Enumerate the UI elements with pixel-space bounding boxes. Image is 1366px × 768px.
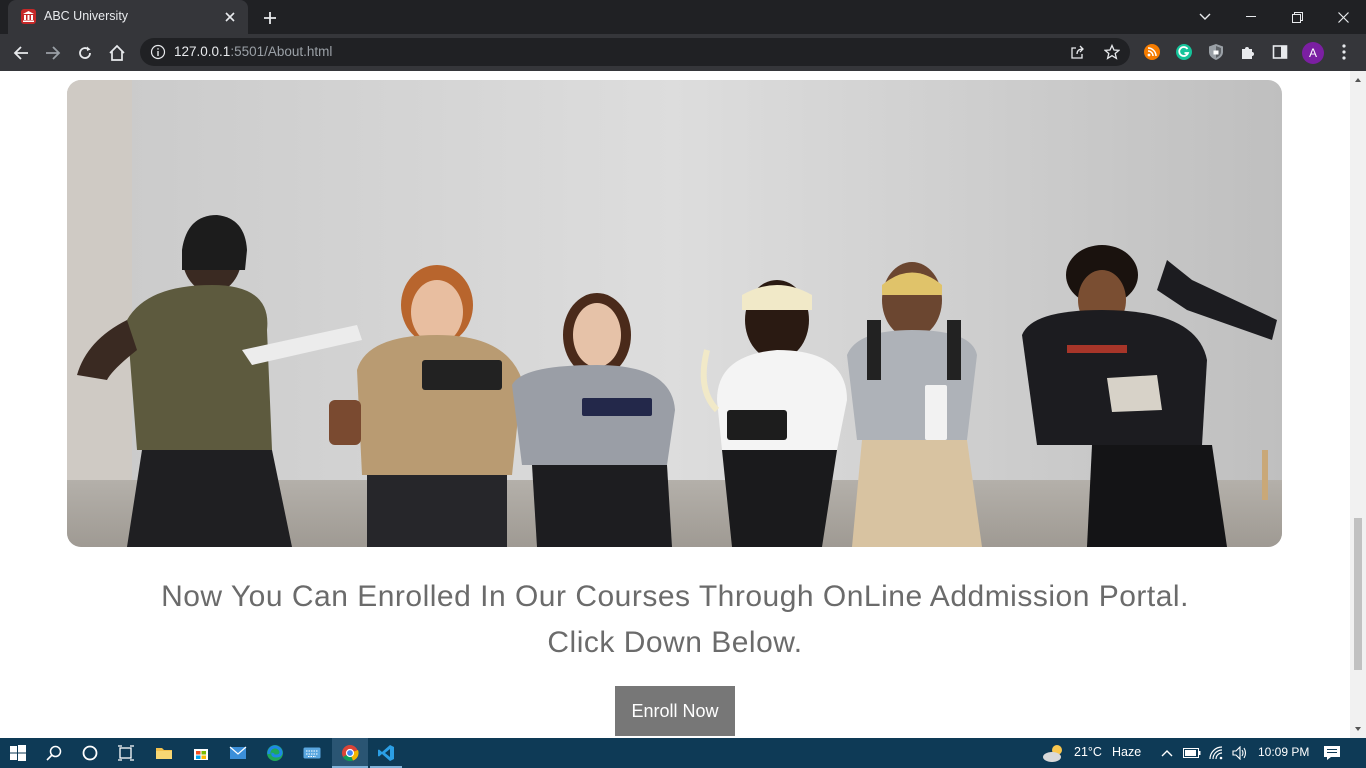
- volume-button[interactable]: [1228, 741, 1252, 765]
- tab-title: ABC University: [44, 9, 129, 23]
- extensions-button[interactable]: [1238, 42, 1258, 62]
- chrome-icon: [342, 745, 359, 762]
- url-path: :5501/About.html: [230, 44, 333, 59]
- headline-line-2: Click Down Below.: [547, 626, 803, 659]
- tab-search-button[interactable]: [1182, 0, 1228, 34]
- edge-icon: [267, 745, 283, 761]
- cortana-icon: [82, 745, 98, 761]
- battery-icon: [1183, 748, 1201, 758]
- side-panel-button[interactable]: [1270, 42, 1290, 62]
- home-button[interactable]: [102, 38, 132, 68]
- edge-button[interactable]: [263, 741, 287, 765]
- shield-extension-icon: [1209, 44, 1223, 60]
- close-icon: [225, 12, 235, 22]
- kebab-menu-icon: [1342, 44, 1346, 60]
- restore-button[interactable]: [1274, 0, 1320, 34]
- info-icon[interactable]: [150, 44, 166, 60]
- cortana-button[interactable]: [78, 741, 102, 765]
- browser-menu-button[interactable]: [1334, 42, 1354, 62]
- vscode-icon: [378, 745, 394, 761]
- show-hidden-icons-button[interactable]: [1155, 741, 1179, 765]
- reload-icon: [79, 46, 91, 59]
- sidebar-icon: [1272, 45, 1288, 59]
- enroll-now-button[interactable]: Enroll Now: [615, 686, 735, 736]
- browser-toolbar: 127.0.0.1:5501/About.html A: [0, 34, 1366, 71]
- minimize-button[interactable]: [1228, 0, 1274, 34]
- close-icon: [1337, 11, 1349, 23]
- page-viewport: Now You Can Enrolled In Our Courses Thro…: [0, 71, 1350, 738]
- share-icon[interactable]: [1070, 44, 1086, 60]
- forward-button[interactable]: [38, 38, 68, 68]
- mail-icon: [229, 746, 247, 759]
- profile-avatar[interactable]: A: [1302, 42, 1324, 64]
- scrollbar-thumb[interactable]: [1354, 518, 1362, 670]
- clock-time[interactable]: 10:09 PM: [1258, 745, 1309, 759]
- store-button[interactable]: [189, 741, 213, 765]
- weather-button[interactable]: [1042, 741, 1066, 765]
- minimize-icon: [1246, 16, 1256, 17]
- shield-extension-button[interactable]: [1206, 42, 1226, 62]
- chevron-down-icon: [1199, 13, 1211, 20]
- home-icon: [109, 44, 125, 61]
- forward-icon: [46, 46, 61, 60]
- file-explorer-button[interactable]: [152, 741, 176, 765]
- mail-button[interactable]: [226, 741, 250, 765]
- puzzle-icon: [1242, 47, 1254, 59]
- back-button[interactable]: [6, 38, 36, 68]
- file-explorer-icon: [156, 748, 172, 759]
- search-button[interactable]: [42, 741, 66, 765]
- restore-icon: [1291, 11, 1303, 23]
- wifi-icon: [1209, 746, 1223, 760]
- rss-extension-icon: [1144, 44, 1160, 60]
- store-icon: [194, 749, 208, 760]
- browser-tabstrip: ABC University: [0, 0, 1366, 34]
- weather-description[interactable]: Haze: [1112, 745, 1141, 759]
- tab-close-button[interactable]: [220, 7, 240, 27]
- scroll-up-icon[interactable]: [1354, 76, 1362, 84]
- page-scrollbar[interactable]: [1350, 71, 1366, 738]
- weather-temperature[interactable]: 21°C: [1074, 745, 1102, 759]
- network-button[interactable]: [1205, 741, 1229, 765]
- start-button[interactable]: [6, 741, 30, 765]
- star-icon[interactable]: [1104, 44, 1120, 60]
- university-favicon-icon: [21, 9, 36, 24]
- windows-taskbar: 21°C Haze 10:09 PM: [0, 738, 1366, 768]
- vscode-button[interactable]: [374, 741, 398, 765]
- windows-start-icon: [10, 745, 26, 761]
- plus-icon: [264, 12, 276, 24]
- window-close-button[interactable]: [1320, 0, 1366, 34]
- task-view-icon: [118, 745, 134, 761]
- task-view-button[interactable]: [114, 741, 138, 765]
- chevron-up-icon: [1161, 750, 1173, 757]
- back-icon: [13, 46, 28, 60]
- reload-button[interactable]: [70, 38, 100, 68]
- notification-icon: [1324, 746, 1340, 760]
- grammarly-icon: [1176, 44, 1192, 60]
- battery-button[interactable]: [1180, 741, 1204, 765]
- students-photo: [67, 80, 1282, 547]
- new-tab-button[interactable]: [258, 6, 282, 30]
- headline-line-1: Now You Can Enrolled In Our Courses Thro…: [161, 580, 1189, 613]
- enrollment-headline: Now You Can Enrolled In Our Courses Thro…: [0, 574, 1350, 666]
- rss-extension-button[interactable]: [1142, 42, 1162, 62]
- url-text[interactable]: 127.0.0.1:5501/About.html: [174, 44, 332, 59]
- url-host: 127.0.0.1: [174, 44, 231, 59]
- weather-icon: [1043, 745, 1062, 762]
- search-icon: [46, 745, 62, 761]
- action-center-button[interactable]: [1320, 741, 1344, 765]
- students-hero-image: [67, 80, 1282, 547]
- touch-keyboard-button[interactable]: [300, 741, 324, 765]
- chrome-button[interactable]: [338, 741, 362, 765]
- keyboard-icon: [303, 747, 321, 759]
- grammarly-button[interactable]: [1174, 42, 1194, 62]
- volume-icon: [1232, 746, 1247, 760]
- address-bar[interactable]: 127.0.0.1:5501/About.html: [140, 38, 1130, 66]
- scroll-down-icon[interactable]: [1354, 725, 1362, 733]
- browser-tab[interactable]: ABC University: [8, 0, 248, 34]
